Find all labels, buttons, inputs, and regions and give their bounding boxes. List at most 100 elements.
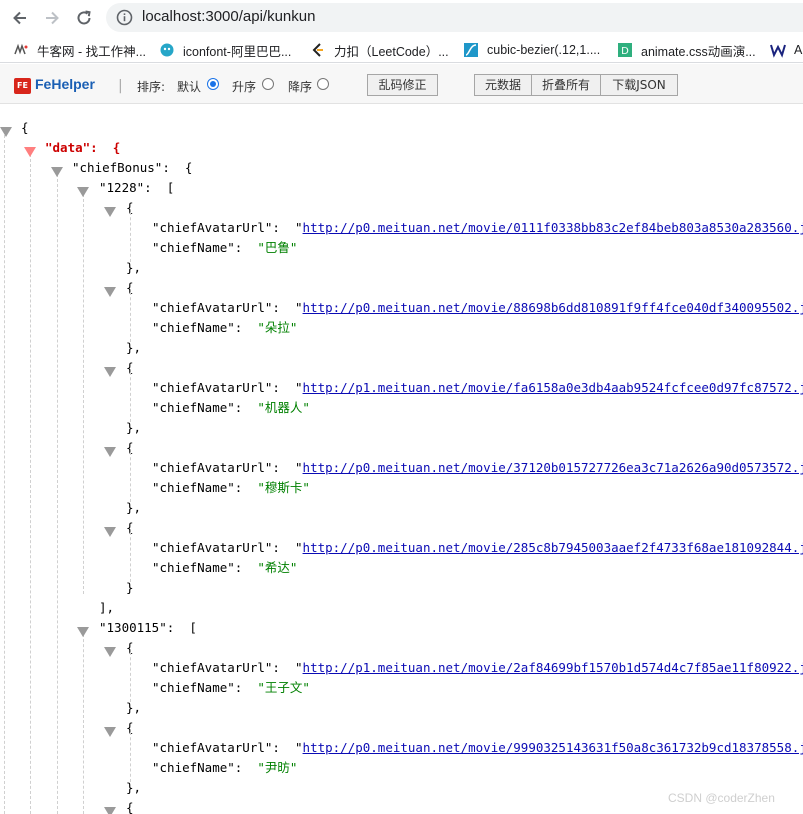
json-array-key-line: "1300115": [ [99, 618, 197, 638]
brace: } [126, 580, 134, 595]
bookmark-label: cubic-bezier(.12,1.... [487, 43, 601, 57]
json-key-chief-name: "chiefName" [152, 680, 235, 695]
json-key-chief-name: "chiefName" [152, 320, 235, 335]
colon: : [234, 320, 243, 335]
bookmark-cubic-bezier[interactable]: cubic-bezier(.12,1.... [463, 40, 600, 60]
chief-name-value: "尹昉" [257, 760, 298, 775]
collapse-toggle-icon[interactable] [77, 627, 89, 637]
brace: { [184, 160, 193, 175]
json-name-line: "chiefName": "王子文" [152, 678, 310, 698]
json-object-close: }, [126, 338, 141, 358]
avatar-url-link[interactable]: http://p0.meituan.net/movie/0111f0338bb8… [303, 220, 803, 235]
json-name-line: "chiefName": "尹昉" [152, 758, 297, 778]
csdn-watermark: CSDN @coderZhen [668, 791, 775, 805]
json-object-open: { [126, 798, 134, 814]
back-arrow-icon [13, 11, 26, 25]
collapse-toggle-icon[interactable] [77, 187, 89, 197]
json-avatar-line: "chiefAvatarUrl": "http://p1.meituan.net… [152, 658, 803, 678]
bookmark-iconfont[interactable]: iconfont-阿里巴巴... [159, 40, 291, 60]
bookmark-leetcode[interactable]: 力扣（LeetCode）... [310, 40, 449, 60]
collapse-toggle-icon[interactable] [24, 147, 36, 157]
indent-guide [83, 629, 84, 814]
sort-default-radio[interactable] [207, 78, 219, 90]
avatar-url-link[interactable]: http://p1.meituan.net/movie/fa6158a0e3db… [303, 380, 803, 395]
json-key-chiefbonus: "chiefBonus" [72, 160, 163, 175]
bookmarks-bar: 牛客网 - 找工作神... iconfont-阿里巴巴... 力扣（LeetCo… [0, 36, 803, 63]
avatar-url-link[interactable]: http://p0.meituan.net/movie/88698b6dd810… [303, 300, 803, 315]
bookmark-animate-css[interactable]: D animate.css动画演... [617, 40, 756, 60]
collapse-toggle-icon[interactable] [104, 727, 116, 737]
colon: : [234, 400, 243, 415]
collapse-toggle-icon[interactable] [104, 647, 116, 657]
json-name-line: "chiefName": "穆斯卡" [152, 478, 310, 498]
fold-all-button[interactable]: 折叠所有 [531, 74, 601, 96]
collapse-toggle-icon[interactable] [104, 367, 116, 377]
avatar-url-link[interactable]: http://p1.meituan.net/movie/2af84699bf15… [303, 660, 803, 675]
json-key-group: "1228" [99, 180, 145, 195]
brace: }, [126, 700, 142, 715]
chief-name-value: "巴鲁" [257, 240, 298, 255]
sort-desc-radio[interactable] [317, 78, 329, 90]
sort-label: 排序: [137, 80, 166, 94]
fix-encoding-button[interactable]: 乱码修正 [367, 74, 438, 96]
site-info-icon[interactable] [116, 9, 133, 26]
json-key-avatar-url: "chiefAvatarUrl" [152, 660, 273, 675]
colon: : [162, 160, 170, 175]
fehelper-title[interactable]: FeHelper [35, 76, 95, 92]
collapse-toggle-icon[interactable] [104, 447, 116, 457]
json-name-line: "chiefName": "巴鲁" [152, 238, 297, 258]
download-json-button[interactable]: 下载JSON [600, 74, 678, 96]
chief-name-value: "朵拉" [257, 320, 298, 335]
avatar-url-link[interactable]: http://p0.meituan.net/movie/285c8b794500… [303, 540, 803, 555]
leetcode-icon [310, 42, 326, 58]
sort-asc-radio[interactable] [262, 78, 274, 90]
bookmark-label: A [794, 43, 803, 57]
json-object-close: }, [126, 258, 141, 278]
colon: : [272, 460, 280, 475]
colon: : [234, 760, 243, 775]
bookmark-w[interactable]: A [770, 40, 802, 60]
omnibox[interactable]: localhost:3000/api/kunkun [106, 3, 803, 32]
svg-text:D: D [621, 46, 629, 57]
indent-guide [57, 174, 58, 814]
json-name-line: "chiefName": "机器人" [152, 398, 310, 418]
url-text[interactable]: localhost:3000/api/kunkun [142, 8, 315, 25]
collapse-toggle-icon[interactable] [104, 207, 116, 217]
json-name-line: "chiefName": "朵拉" [152, 318, 297, 338]
colon: : [234, 480, 243, 495]
bookmark-label: animate.css动画演... [641, 44, 756, 59]
colon: : [272, 300, 280, 315]
chief-name-value: "王子文" [257, 680, 310, 695]
bookmark-nowcoder[interactable]: 牛客网 - 找工作神... [13, 40, 146, 60]
indent-guide [130, 532, 131, 582]
avatar-url-link[interactable]: http://p0.meituan.net/movie/37120b015727… [303, 460, 803, 475]
indent-guide [30, 154, 31, 814]
collapse-toggle-icon[interactable] [0, 127, 12, 137]
reload-button[interactable] [70, 4, 98, 32]
json-key-chief-name: "chiefName" [152, 760, 235, 775]
json-object-close: }, [126, 418, 141, 438]
bookmark-label: iconfont-阿里巴巴... [183, 44, 292, 59]
collapse-toggle-icon[interactable] [104, 807, 116, 814]
collapse-toggle-icon[interactable] [51, 167, 63, 177]
collapse-toggle-icon[interactable] [104, 287, 116, 297]
collapse-toggle-icon[interactable] [104, 527, 116, 537]
indent-guide [130, 212, 131, 262]
indent-guide [130, 732, 131, 782]
json-key-avatar-url: "chiefAvatarUrl" [152, 460, 273, 475]
forward-button[interactable] [38, 4, 66, 32]
colon: : [234, 560, 243, 575]
indent-guide [130, 652, 131, 702]
raw-data-button[interactable]: 元数据 [474, 74, 532, 96]
json-key-chief-name: "chiefName" [152, 480, 235, 495]
colon: : [272, 660, 280, 675]
back-button[interactable] [6, 4, 34, 32]
brace: }, [126, 420, 142, 435]
sort-desc-label: 降序 [288, 80, 313, 94]
fehelper-logo-icon: FE [14, 78, 31, 94]
json-data-key-line: "data": { [45, 138, 120, 158]
json-avatar-line: "chiefAvatarUrl": "http://p0.meituan.net… [152, 218, 803, 238]
cubic-bezier-icon [463, 42, 479, 58]
brace: }, [126, 260, 142, 275]
avatar-url-link[interactable]: http://p0.meituan.net/movie/999032514363… [303, 740, 803, 755]
